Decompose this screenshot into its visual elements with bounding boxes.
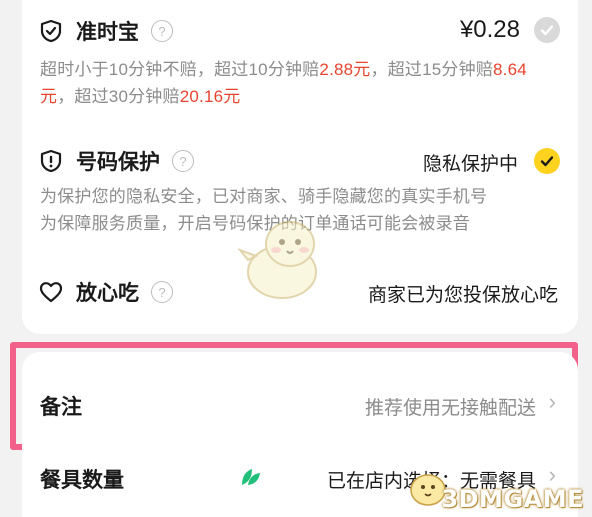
check-icon: [540, 156, 554, 167]
mascot-icon: [238, 221, 317, 299]
privacy-checkbox[interactable]: [534, 148, 560, 174]
note-label: 备注: [40, 396, 82, 419]
tableware-label: 餐具数量: [40, 469, 124, 492]
privacy-status: 隐私保护中: [422, 154, 518, 175]
safe-eat-title: 放心吃: [76, 282, 139, 305]
check-icon: [540, 25, 554, 36]
shield-check-icon: [38, 18, 64, 44]
heart-icon: [38, 279, 64, 305]
watermark-logo: 3DMGAME: [441, 485, 584, 513]
ontime-description: 超时小于10分钟不赔，超过10分钟赔2.88元，超过15分钟赔8.64元，超过3…: [40, 60, 527, 106]
safe-eat-status: 商家已为您投保放心吃: [367, 285, 558, 306]
help-icon[interactable]: ?: [151, 20, 173, 42]
chevron-right-icon: ›: [548, 389, 556, 414]
help-icon[interactable]: ?: [172, 150, 194, 172]
note-value: 推荐使用无接触配送: [364, 398, 536, 419]
privacy-title: 号码保护: [76, 151, 160, 174]
ontime-title: 准时宝: [76, 21, 139, 44]
ontime-checkbox[interactable]: [534, 17, 560, 43]
leaf-icon: [240, 467, 262, 492]
help-icon[interactable]: ?: [151, 281, 173, 303]
ontime-row[interactable]: 准时宝 ?: [38, 16, 173, 46]
shield-exclamation-icon: [38, 148, 64, 174]
ontime-price: ¥0.28: [459, 16, 520, 43]
privacy-row[interactable]: 号码保护 ?: [38, 146, 194, 176]
safe-eat-row[interactable]: 放心吃 ?: [38, 277, 173, 307]
